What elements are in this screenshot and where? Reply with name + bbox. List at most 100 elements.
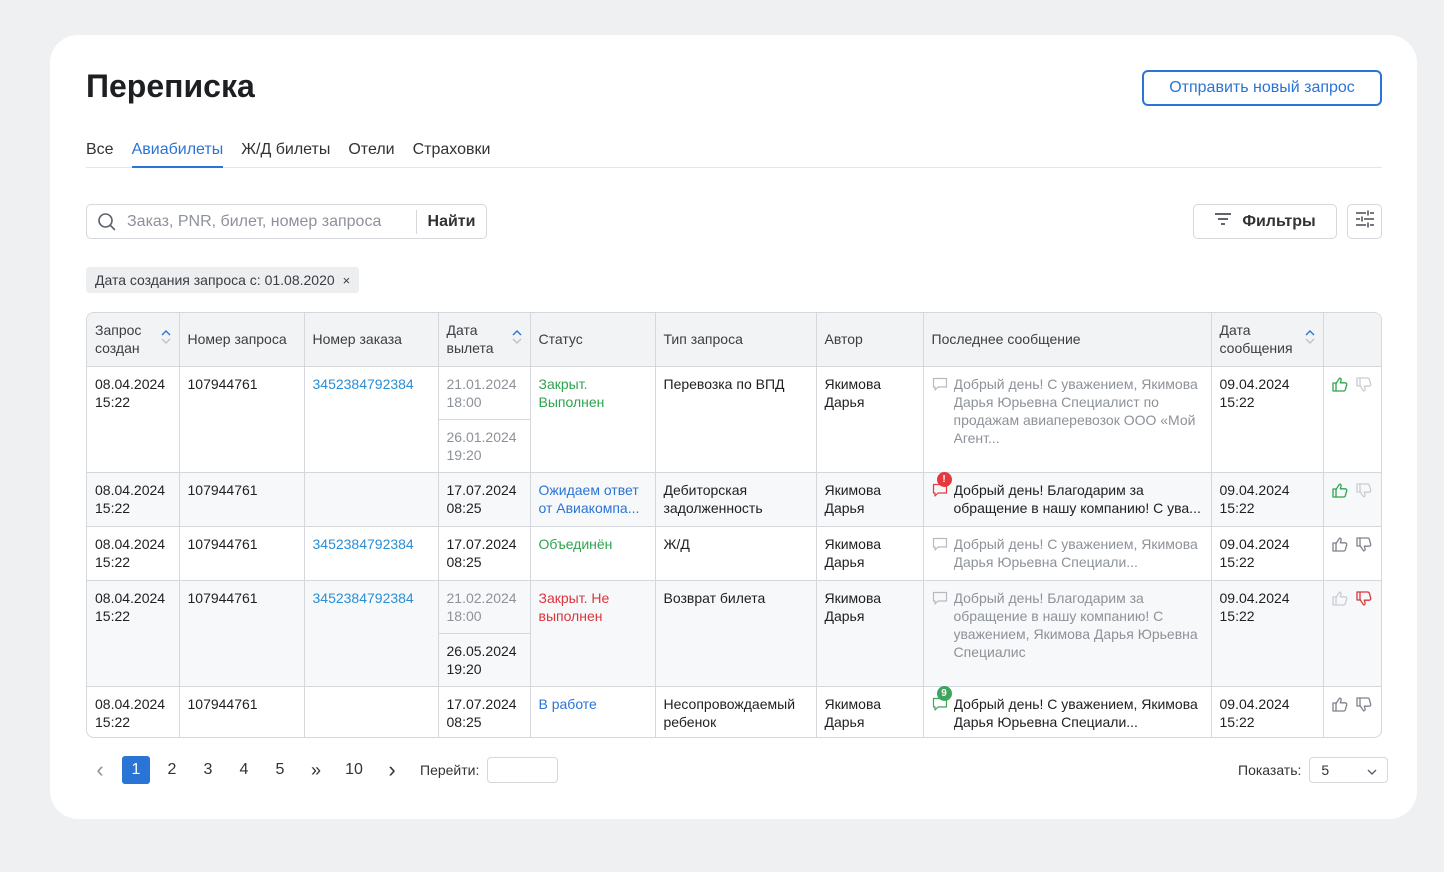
departure-cell: 21.02.2024 18:00 26.05.2024 19:20 xyxy=(438,580,531,687)
last-message-cell[interactable]: Добрый день! Благодарим за обращение в н… xyxy=(923,580,1212,687)
thumbs-down-icon[interactable] xyxy=(1355,696,1372,716)
last-message-cell[interactable]: 9 Добрый день! С уважением, Якимова Дарья… xyxy=(923,685,1212,737)
tab-0[interactable]: Все xyxy=(86,138,114,168)
search-input[interactable] xyxy=(127,206,416,237)
table-row[interactable]: 08.04.2024 15:22 107944761 17.07.2024 08:2… xyxy=(87,685,1381,737)
author-cell: Якимова Дарья xyxy=(816,472,924,527)
request-number-cell: 107944761 xyxy=(179,580,305,687)
pagination: ‹ 1 2 3 4 5 » 10 › Перейти: xyxy=(86,756,559,784)
goto-label: Перейти: xyxy=(420,762,480,778)
thumbs-up-icon[interactable] xyxy=(1331,537,1348,556)
order-number-cell xyxy=(304,472,439,527)
request-number-cell: 107944761 xyxy=(179,472,305,527)
column-header: Автор xyxy=(816,313,924,367)
page-title: Переписка xyxy=(86,68,255,104)
created-cell: 08.04.2024 15:22 xyxy=(87,472,180,527)
goto-page-input[interactable] xyxy=(487,757,559,783)
column-header-content: Тип запроса xyxy=(664,330,808,348)
status-cell: Объединён xyxy=(530,526,656,581)
message-text: Добрый день! С уважением, Якимова Дарья … xyxy=(953,695,1198,730)
feedback-buttons xyxy=(1331,589,1376,610)
message-text: Добрый день! С уважением, Якимова Дарья … xyxy=(953,535,1198,570)
correspondence-card: Переписка Отправить новый запрос Все Авиа… xyxy=(50,35,1417,819)
thumbs-up-icon[interactable] xyxy=(1331,483,1348,502)
column-settings-button[interactable] xyxy=(1347,204,1382,239)
search-icon xyxy=(87,212,127,232)
last-message: 9 Добрый день! С уважением, Якимова Дарья… xyxy=(932,685,1203,731)
active-filter-chip: Дата создания запроса с: 01.08.2020 × xyxy=(86,267,360,293)
order-number-link[interactable]: 3452384792384 xyxy=(313,376,414,392)
message-date-cell: 09.04.2024 15:22 xyxy=(1211,526,1324,581)
column-header[interactable]: Дата вылета xyxy=(438,313,531,367)
column-header: Статус xyxy=(530,313,656,367)
table-row[interactable]: 08.04.2024 15:22 107944761 3452384792384 21… xyxy=(87,366,1381,473)
request-type-cell: Дебиторская задолженность xyxy=(655,472,817,527)
order-number-link[interactable]: 3452384792384 xyxy=(313,590,414,606)
order-number-link[interactable]: 3452384792384 xyxy=(313,536,414,552)
tab-1[interactable]: Авиабилеты xyxy=(131,138,224,168)
feedback-buttons xyxy=(1331,535,1376,556)
category-tabs: Все Авиабилеты Ж/Д билеты Отели Страховки xyxy=(86,138,1382,168)
last-message-cell[interactable]: Добрый день! С уважением, Якимова Дарья … xyxy=(923,366,1212,473)
table-row[interactable]: 08.04.2024 15:22 107944761 17.07.2024 08:2… xyxy=(87,471,1381,527)
chevron-down-icon xyxy=(1367,762,1377,778)
departure-date: 26.01.2024 19:20 xyxy=(438,418,530,472)
column-header-content: Запрос создан xyxy=(95,321,171,357)
departure-cell: 17.07.2024 08:25 xyxy=(438,686,531,737)
author-cell: Якимова Дарья xyxy=(816,686,924,737)
sort-icon[interactable] xyxy=(161,330,171,348)
tab-4[interactable]: Страховки xyxy=(413,138,491,168)
request-type-cell: Несопровождаемый ребенок xyxy=(655,686,817,737)
table-row[interactable]: 08.04.2024 15:22 107944761 3452384792384 17… xyxy=(87,526,1381,581)
status-cell: В работе xyxy=(530,686,656,737)
sort-icon[interactable] xyxy=(1305,330,1315,348)
thumbs-down-icon[interactable] xyxy=(1355,590,1372,610)
last-page-button[interactable]: 10 xyxy=(338,756,370,784)
page-button[interactable]: 2 xyxy=(158,756,186,784)
unread-badge: 9 xyxy=(936,685,952,701)
last-message: Добрый день! С уважением, Якимова Дарья … xyxy=(932,375,1203,447)
last-message-cell[interactable]: ! Добрый день! Благодарим за обращение в … xyxy=(923,471,1212,527)
status-cell: Закрыт. Не выполнен xyxy=(530,580,656,687)
status-cell: Закрыт. Выполнен xyxy=(530,366,656,473)
message-text: Добрый день! С уважением, Якимова Дарья … xyxy=(953,375,1198,446)
next-page-button[interactable]: › xyxy=(378,756,406,784)
departure-cell: 21.01.2024 18:00 26.01.2024 19:20 xyxy=(438,366,531,473)
page-size-select[interactable]: 5 xyxy=(1309,757,1389,783)
sliders-icon xyxy=(1354,208,1376,235)
author-cell: Якимова Дарья xyxy=(816,366,924,473)
filters-label: Фильтры xyxy=(1242,212,1316,230)
status-cell: Ожидаем ответ от Авиакомпа... xyxy=(530,472,656,527)
thumbs-up-icon[interactable] xyxy=(1331,377,1348,396)
page-button[interactable]: 5 xyxy=(266,756,294,784)
jump-forward-button[interactable]: » xyxy=(302,756,330,784)
tab-3[interactable]: Отели xyxy=(348,138,394,168)
departure-date: 21.02.2024 18:00 xyxy=(446,589,517,624)
thumbs-down-icon[interactable] xyxy=(1355,536,1372,556)
thumbs-down-icon[interactable] xyxy=(1355,376,1372,396)
column-header-content: Статус xyxy=(539,330,647,348)
column-header[interactable]: Дата сообщения xyxy=(1211,313,1324,367)
page-button[interactable]: 3 xyxy=(194,756,222,784)
message-text: Добрый день! Благодарим за обращение в н… xyxy=(953,481,1201,516)
prev-page-button[interactable]: ‹ xyxy=(86,756,114,784)
tab-2[interactable]: Ж/Д билеты xyxy=(241,138,330,168)
filters-button[interactable]: Фильтры xyxy=(1193,204,1337,239)
send-new-request-button[interactable]: Отправить новый запрос xyxy=(1142,70,1382,106)
table-row[interactable]: 08.04.2024 15:22 107944761 3452384792384 21… xyxy=(87,580,1381,687)
request-number-cell: 107944761 xyxy=(179,526,305,581)
order-number-cell: 3452384792384 xyxy=(304,580,439,687)
thumbs-up-icon[interactable] xyxy=(1331,591,1348,610)
page-button[interactable]: 1 xyxy=(122,756,150,784)
search-button[interactable]: Найти xyxy=(416,209,486,234)
message-date-cell: 09.04.2024 15:22 xyxy=(1211,686,1324,737)
last-message-cell[interactable]: Добрый день! С уважением, Якимова Дарья … xyxy=(923,526,1212,581)
remove-filter-icon[interactable]: × xyxy=(343,273,351,288)
column-header[interactable]: Запрос создан xyxy=(87,313,180,367)
thumbs-up-icon[interactable] xyxy=(1331,697,1348,716)
column-header-label: Дата сообщения xyxy=(1219,322,1293,357)
page-button[interactable]: 4 xyxy=(230,756,258,784)
sort-icon[interactable] xyxy=(512,330,522,348)
thumbs-down-icon[interactable] xyxy=(1355,482,1372,502)
feedback-cell xyxy=(1323,686,1381,737)
